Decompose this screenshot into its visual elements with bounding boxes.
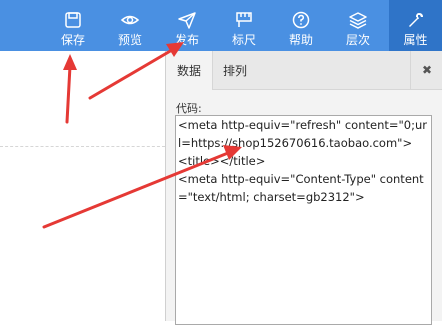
help-button-label: 帮助 [288,33,313,47]
editor-canvas[interactable] [0,51,165,321]
ruler-button[interactable]: 标尺 [228,0,260,51]
properties-panel: 数据 排列 ✖ 代码: <meta http-equiv="refresh" c… [165,51,442,325]
help-icon [292,11,310,29]
layers-button-label: 层次 [345,33,370,47]
send-icon [178,12,196,29]
preview-button[interactable]: 预览 [114,0,146,51]
save-icon [65,12,81,28]
wrench-icon [408,13,423,27]
tab-arrange[interactable]: 排列 [212,51,258,89]
properties-button[interactable]: 属性 [389,0,442,51]
close-icon: ✖ [421,63,433,77]
publish-button-label: 发布 [174,33,199,47]
close-panel-button[interactable]: ✖ [410,51,442,89]
top-toolbar: 保存 预览 发布 标尺 帮助 层次 属性 [0,0,442,51]
publish-button[interactable]: 发布 [171,0,203,51]
properties-button-label: 属性 [403,33,428,47]
code-textarea[interactable]: <meta http-equiv="refresh" content="0;ur… [175,115,432,325]
panel-tabs: 数据 排列 ✖ [166,51,442,90]
code-label: 代码: [176,102,202,115]
save-button[interactable]: 保存 [57,0,89,51]
ruler-button-label: 标尺 [231,33,256,47]
help-button[interactable]: 帮助 [285,0,317,51]
tab-data[interactable]: 数据 [166,51,214,90]
layers-icon [349,12,367,29]
eye-icon [120,15,140,25]
canvas-divider [0,146,165,147]
preview-button-label: 预览 [117,33,142,47]
layers-button[interactable]: 层次 [342,0,374,51]
ruler-icon [236,12,252,27]
save-button-label: 保存 [60,33,85,47]
